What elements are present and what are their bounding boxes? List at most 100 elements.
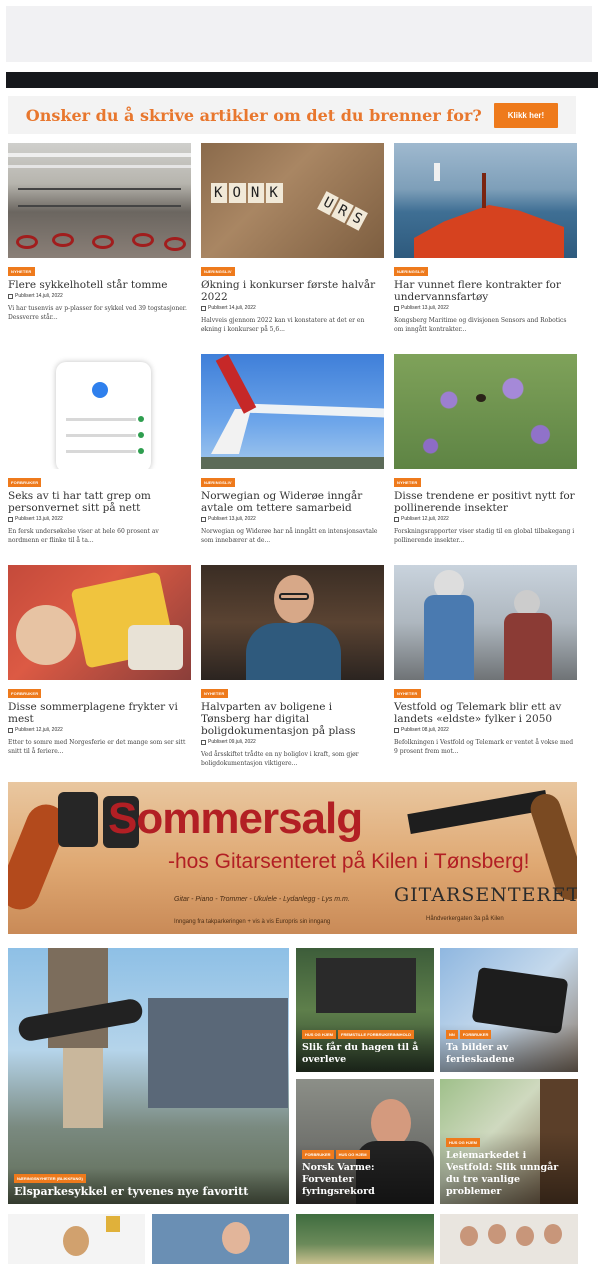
featured-article-large[interactable]: NÆRINGSNYHETER (BLIKKFANG) Elsparkesykke…: [8, 948, 289, 1204]
article-date: Publisert 08.juli, 2022: [394, 727, 577, 733]
sommersalg-ad[interactable]: Sommersalg -hos Gitarsenteret på Kilen i…: [8, 782, 577, 934]
date-text: Publisert 08.juli, 2022: [401, 727, 449, 733]
article-image[interactable]: KONK URS: [201, 143, 384, 258]
category-tag[interactable]: NÆRINGSLIV: [394, 267, 428, 276]
featured-title[interactable]: Slik får du hagen til å overleve: [302, 1042, 428, 1066]
article-excerpt: Halvveis gjennom 2022 kan vi konstatere …: [201, 317, 365, 333]
article-excerpt: Vi har tusenvis av p-plasser for sykkel …: [8, 305, 187, 321]
category-tag[interactable]: HUS OG HJEM: [335, 1150, 370, 1159]
calendar-icon: [201, 516, 206, 522]
category-tag[interactable]: NYHETER: [394, 689, 421, 698]
article-title[interactable]: Økning i konkurser første halvår 2022: [201, 279, 384, 303]
article-card[interactable]: NYHETER Flere sykkelhotell står tomme Pu…: [8, 143, 191, 354]
article-title[interactable]: Vestfold og Telemark blir ett av landets…: [394, 701, 577, 725]
category-tag[interactable]: NYHETER: [201, 689, 228, 698]
article-date: Publisert 13.juli, 2022: [201, 516, 384, 522]
article-card[interactable]: FORBRUKER Seks av ti har tatt grep om pe…: [8, 354, 191, 565]
category-tag[interactable]: HUS OG HJEM: [302, 1030, 337, 1039]
article-date: Publisert 13.juli, 2022: [394, 305, 577, 311]
article-title[interactable]: Norwegian og Widerøe inngår avtale om te…: [201, 490, 384, 514]
featured-overlay: HUS OG HJEM FREMSTILLE FORBRUKERINNHOLD S…: [296, 1024, 434, 1072]
calendar-icon: [8, 727, 13, 733]
click-here-button[interactable]: Klikk her!: [493, 102, 559, 128]
article-image[interactable]: [201, 354, 384, 469]
featured-overlay: NN FORBRUKER Ta bilder av ferieskadene: [440, 1024, 578, 1072]
bottom-article-image[interactable]: [8, 1214, 145, 1264]
article-excerpt: Etter to somre med Norgesferie er det ma…: [8, 739, 186, 755]
ad-subtitle: -hos Gitarsenteret på Kilen i Tønsberg!: [168, 850, 530, 873]
article-image[interactable]: [394, 565, 577, 680]
article-card[interactable]: NÆRINGSLIV Norwegian og Widerøe inngår a…: [201, 354, 384, 565]
article-excerpt: En fersk undersøkelse viser at hele 60 p…: [8, 528, 159, 544]
article-image[interactable]: [8, 354, 191, 469]
category-tag[interactable]: FORBRUKER: [459, 1030, 492, 1039]
category-tag[interactable]: FORBRUKER: [302, 1150, 334, 1159]
calendar-icon: [394, 516, 399, 522]
article-card[interactable]: FORBRUKER Disse sommerplagene frykter vi…: [8, 565, 191, 776]
article-card[interactable]: NYHETER Vestfold og Telemark blir ett av…: [394, 565, 577, 776]
featured-title[interactable]: Norsk Varme: Forventer fyringsrekord: [302, 1162, 428, 1198]
shed-image: [316, 958, 416, 1013]
article-image[interactable]: [8, 565, 191, 680]
article-date: Publisert 12.juli, 2022: [394, 516, 577, 522]
category-tag[interactable]: FORBRUKER: [8, 689, 42, 698]
article-image[interactable]: [8, 143, 191, 258]
date-text: Publisert 13.juli, 2022: [15, 516, 63, 522]
article-excerpt: Forskningsrapporter viser stadig til en …: [394, 528, 575, 544]
featured-overlay: NÆRINGSNYHETER (BLIKKFANG) Elsparkesykke…: [8, 1168, 289, 1204]
category-tag[interactable]: FREMSTILLE FORBRUKERINNHOLD: [338, 1030, 415, 1039]
article-image[interactable]: [201, 565, 384, 680]
person-image: [371, 1099, 411, 1147]
date-text: Publisert 14.juli, 2022: [208, 305, 256, 311]
article-date: Publisert 14.juli, 2022: [201, 305, 384, 311]
article-date: Publisert 12.juli, 2022: [8, 727, 191, 733]
article-title[interactable]: Seks av ti har tatt grep om personvernet…: [8, 490, 191, 514]
article-card[interactable]: NYHETER Halvparten av boligene i Tønsber…: [201, 565, 384, 776]
date-text: Publisert 12.juli, 2022: [401, 516, 449, 522]
bottom-article-image[interactable]: [296, 1214, 434, 1264]
article-title[interactable]: Halvparten av boligene i Tønsberg har di…: [201, 701, 384, 737]
calendar-icon: [8, 516, 13, 522]
article-excerpt: Kongsberg Maritime og divisjonen Sensors…: [394, 317, 567, 333]
article-title[interactable]: Disse sommerplagene frykter vi mest: [8, 701, 191, 725]
featured-article[interactable]: HUS OG HJEM Leiemarkedet i Vestfold: Sli…: [440, 1079, 578, 1204]
calendar-icon: [394, 305, 399, 311]
article-title[interactable]: Har vunnet flere kontrakter for undervan…: [394, 279, 577, 303]
featured-title[interactable]: Leiemarkedet i Vestfold: Slik unngår du …: [446, 1150, 572, 1198]
article-title[interactable]: Disse trendene er positivt nytt for poll…: [394, 490, 577, 514]
article-date: Publisert 09.juli, 2022: [201, 739, 384, 745]
category-tag[interactable]: FORBRUKER: [8, 478, 42, 487]
bottom-article-image[interactable]: [152, 1214, 289, 1264]
category-tag[interactable]: NÆRINGSLIV: [201, 478, 235, 487]
featured-title[interactable]: Elsparkesykkel er tyvenes nye favoritt: [14, 1186, 283, 1198]
article-date: Publisert 14.juli, 2022: [8, 293, 191, 299]
featured-overlay: HUS OG HJEM Leiemarkedet i Vestfold: Sli…: [440, 1132, 578, 1204]
legs-image: [63, 1048, 103, 1128]
featured-article[interactable]: FORBRUKER HUS OG HJEM Norsk Varme: Forven…: [296, 1079, 434, 1204]
featured-article[interactable]: HUS OG HJEM FREMSTILLE FORBRUKERINNHOLD S…: [296, 948, 434, 1072]
article-image[interactable]: [394, 354, 577, 469]
category-tag[interactable]: NÆRINGSLIV: [201, 267, 235, 276]
article-grid: NYHETER Flere sykkelhotell står tomme Pu…: [8, 143, 578, 776]
category-tag[interactable]: HUS OG HJEM: [446, 1138, 481, 1147]
category-tag[interactable]: NÆRINGSNYHETER (BLIKKFANG): [14, 1174, 86, 1183]
calendar-icon: [201, 305, 206, 311]
article-image[interactable]: [394, 143, 577, 258]
ad-note: Inngang fra takparkeringen + vis à vis E…: [174, 919, 331, 925]
featured-title[interactable]: Ta bilder av ferieskadene: [446, 1042, 572, 1066]
category-tag[interactable]: NYHETER: [394, 478, 421, 487]
article-card[interactable]: KONK URS NÆRINGSLIV Økning i konkurser f…: [201, 143, 384, 354]
article-title[interactable]: Flere sykkelhotell står tomme: [8, 279, 191, 291]
article-card[interactable]: NYHETER Disse trendene er positivt nytt …: [394, 354, 577, 565]
date-text: Publisert 13.juli, 2022: [208, 516, 256, 522]
ad-address: Håndverkergaten 3a på Kilen: [426, 916, 504, 922]
ad-items: Gitar - Piano - Trommer - Ukulele - Lyda…: [174, 896, 350, 903]
bottom-article-image[interactable]: [440, 1214, 578, 1264]
article-card[interactable]: NÆRINGSLIV Har vunnet flere kontrakter f…: [394, 143, 577, 354]
category-tag[interactable]: NN: [446, 1030, 458, 1039]
category-tag[interactable]: NYHETER: [8, 267, 35, 276]
featured-article[interactable]: NN FORBRUKER Ta bilder av ferieskadene: [440, 948, 578, 1072]
calendar-icon: [394, 727, 399, 733]
date-text: Publisert 09.juli, 2022: [208, 739, 256, 745]
date-text: Publisert 12.juli, 2022: [15, 727, 63, 733]
